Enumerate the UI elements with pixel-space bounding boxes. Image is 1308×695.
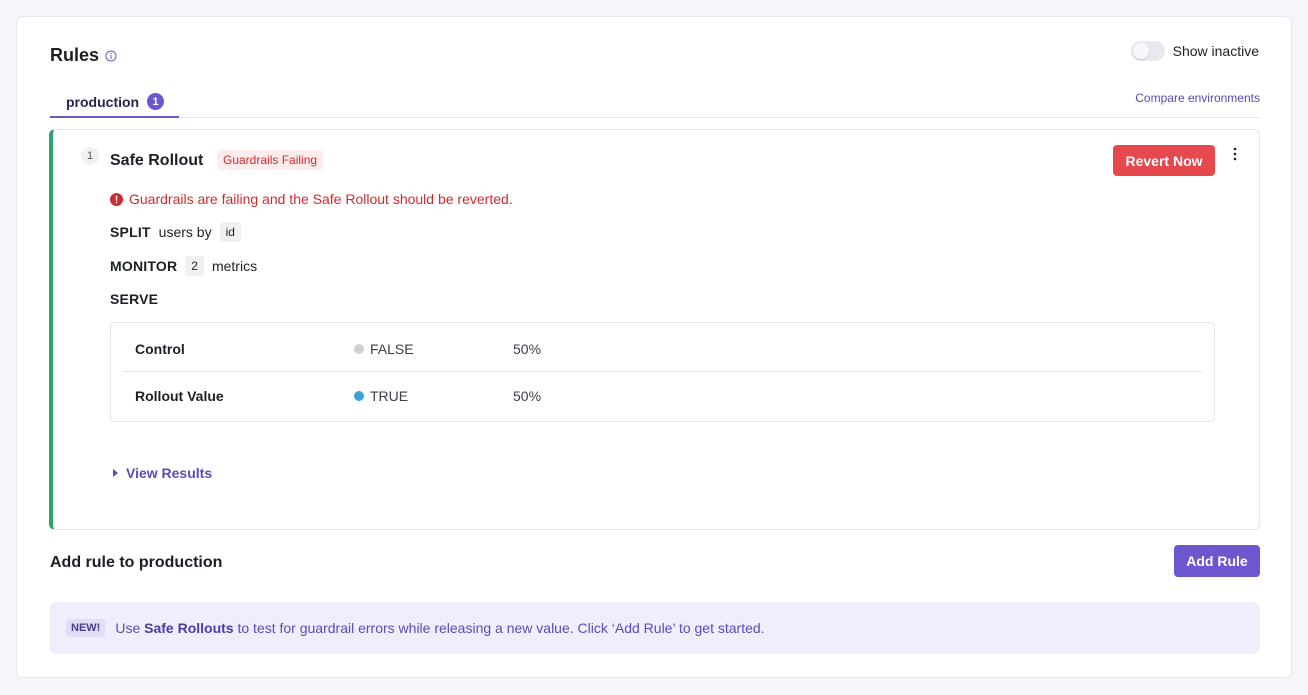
monitor-text: metrics: [211, 258, 258, 274]
show-inactive-toggle[interactable]: [1130, 41, 1165, 61]
caret-right-icon: [113, 469, 118, 477]
page-title: Rules: [50, 45, 100, 65]
serve-variation-name: Control: [135, 341, 185, 357]
split-row: SPLIT users by id: [110, 222, 241, 242]
value-text: FALSE: [370, 341, 414, 357]
revert-now-button[interactable]: Revert Now: [1113, 145, 1215, 176]
rule-title: Safe Rollout: [110, 152, 204, 169]
monitor-count: 2: [185, 256, 204, 276]
serve-table: Control FALSE 50% Rollout Value TRUE 50%: [110, 322, 1215, 422]
table-row: Rollout Value TRUE 50%: [123, 373, 1202, 418]
alert-text: Guardrails are failing and the Safe Roll…: [129, 191, 513, 207]
rules-header: Rules: [50, 45, 117, 66]
status-badge: Guardrails Failing: [217, 150, 324, 170]
view-results-toggle[interactable]: View Results: [113, 465, 212, 481]
show-inactive-toggle-group: Show inactive: [1130, 41, 1259, 61]
serve-variation-value: TRUE: [354, 388, 408, 404]
alert-circle-icon: [110, 192, 123, 206]
callout-text: Use Safe Rollouts to test for guardrail …: [115, 620, 764, 636]
view-results-label: View Results: [126, 465, 213, 481]
monitor-key: MONITOR: [110, 258, 178, 274]
add-rule-button[interactable]: Add Rule: [1174, 545, 1260, 577]
value-dot: [354, 390, 364, 401]
rule-card: 1 Safe Rollout Guardrails Failing Revert…: [49, 129, 1260, 530]
serve-percent: 50%: [513, 387, 542, 404]
serve-percent: 50%: [513, 341, 542, 357]
info-icon[interactable]: [105, 50, 117, 62]
tab-production[interactable]: production 1: [50, 87, 179, 118]
serve-row-label: SERVE: [110, 291, 158, 307]
compare-environments-link[interactable]: Compare environments: [1135, 91, 1260, 105]
show-inactive-label: Show inactive: [1172, 43, 1259, 59]
value-dot: [354, 344, 364, 354]
tab-count-badge: 1: [147, 93, 165, 110]
serve-variation-value: FALSE: [354, 341, 414, 357]
tab-label: production: [66, 93, 140, 110]
split-key: SPLIT: [110, 224, 151, 240]
split-attribute: id: [219, 222, 241, 242]
monitor-row: MONITOR 2 metrics: [110, 256, 257, 276]
rule-number: 1: [81, 147, 99, 165]
callout-prefix: Use: [115, 620, 141, 636]
safe-rollouts-callout: NEW! Use Safe Rollouts to test for guard…: [50, 602, 1260, 654]
split-text: users by: [158, 224, 212, 240]
guardrail-alert: Guardrails are failing and the Safe Roll…: [110, 191, 513, 207]
new-badge: NEW!: [66, 619, 106, 637]
callout-highlight: Safe Rollouts: [144, 620, 234, 636]
rules-card: Rules Show inactive production 1 Compare…: [16, 16, 1292, 678]
table-row: Control FALSE 50%: [123, 327, 1202, 372]
serve-key: SERVE: [110, 291, 159, 307]
serve-variation-name: Rollout Value: [135, 387, 224, 404]
toggle-knob: [1132, 43, 1149, 59]
value-text: TRUE: [370, 387, 409, 404]
more-options-icon[interactable]: [1230, 147, 1240, 161]
callout-suffix: to test for guardrail errors while relea…: [237, 620, 765, 636]
add-rule-heading: Add rule to production: [50, 554, 223, 571]
environment-tabs: production 1 Compare environments: [50, 87, 1260, 118]
